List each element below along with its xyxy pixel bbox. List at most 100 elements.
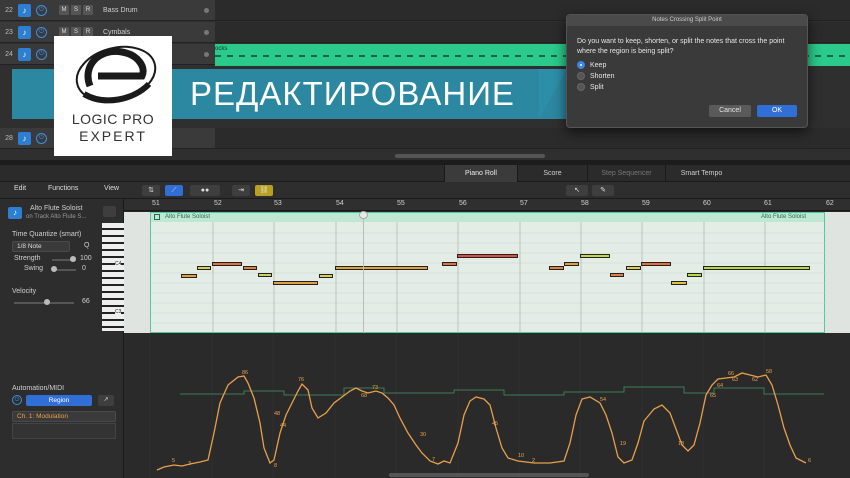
automation-mode-select[interactable]: Region xyxy=(26,395,92,406)
tab-step-sequencer[interactable]: Step Sequencer xyxy=(587,165,665,182)
power-icon[interactable]: ⏻ xyxy=(36,4,47,16)
horizontal-scrollbar[interactable] xyxy=(389,473,589,477)
automation-param-select[interactable]: Ch. 1: Modulation xyxy=(12,411,116,422)
velocity-knob[interactable] xyxy=(44,299,50,305)
quantize-select[interactable]: 1/8 Note xyxy=(12,241,70,252)
view-menu[interactable]: View xyxy=(104,185,119,192)
automation-icon[interactable]: ⟋ xyxy=(165,185,183,196)
editor-toolbar: Edit Functions View ⇅ ⟋ ●● ⇥ ⛓ ↖ ✎ xyxy=(0,182,850,199)
velocity-label: Velocity xyxy=(12,288,37,295)
banner-edge xyxy=(539,69,567,119)
color-icon[interactable]: ●● xyxy=(190,185,220,196)
midi-note[interactable] xyxy=(580,254,610,258)
curve-icon[interactable]: ↗ xyxy=(98,395,114,406)
functions-menu[interactable]: Functions xyxy=(48,185,78,192)
auto-label: 58 xyxy=(766,369,772,375)
catch-icon[interactable]: ⇥ xyxy=(232,185,250,196)
automation-curve[interactable]: 86 76 73 68 66 58 63 62 64 65 54 48 44 4… xyxy=(124,333,850,478)
time-quantize-label: Time Quantize (smart) xyxy=(12,231,82,238)
radio-selected[interactable] xyxy=(577,61,585,69)
key-label-c4: C4 xyxy=(115,261,122,267)
power-icon[interactable]: ⏻ xyxy=(36,26,47,38)
bar-number: 53 xyxy=(274,200,282,207)
automation-lane[interactable]: 86 76 73 68 66 58 63 62 64 65 54 48 44 4… xyxy=(124,333,850,478)
solo-button[interactable]: S xyxy=(71,5,81,15)
note-icon: ♪ xyxy=(18,3,31,17)
midi-note[interactable] xyxy=(258,273,272,277)
midi-note[interactable] xyxy=(641,262,671,266)
note-icon: ♪ xyxy=(18,25,31,39)
tab-score[interactable]: Score xyxy=(517,165,587,182)
midi-note[interactable] xyxy=(626,266,641,270)
midi-note[interactable] xyxy=(319,274,333,278)
pencil-tool-icon[interactable]: ✎ xyxy=(592,185,614,196)
pointer-tool-icon[interactable]: ↖ xyxy=(566,185,588,196)
track-number: 23 xyxy=(5,28,13,36)
swing-knob[interactable] xyxy=(51,266,57,272)
strength-knob[interactable] xyxy=(70,256,76,262)
auto-label: 65 xyxy=(710,393,716,399)
tab-piano-roll[interactable]: Piano Roll xyxy=(444,165,517,182)
tab-smart-tempo[interactable]: Smart Tempo xyxy=(665,165,737,182)
option-shorten[interactable]: Shorten xyxy=(577,72,615,80)
midi-in-icon[interactable]: ⇅ xyxy=(142,185,160,196)
piano-keyboard[interactable]: C4 C3 xyxy=(102,223,124,331)
link-icon[interactable]: ⛓ xyxy=(255,185,273,196)
radio[interactable] xyxy=(577,83,585,91)
track-header[interactable]: 22 ♪ ⏻ M S R Bass Drum xyxy=(0,0,215,21)
banner: РЕДАКТИРОВАНИЕ LOGIC PRO EXPERT xyxy=(12,36,572,156)
option-split[interactable]: Split xyxy=(577,83,604,91)
midi-note[interactable] xyxy=(243,266,257,270)
ok-button[interactable]: OK xyxy=(757,105,797,117)
strength-label: Strength xyxy=(14,255,41,262)
logo-line2: EXPERT xyxy=(79,128,147,144)
region-name: Alto Flute Soloist xyxy=(30,205,83,212)
instrument-icon: ♪ xyxy=(8,207,22,219)
power-icon[interactable]: ⏻ xyxy=(12,395,22,405)
bar-number: 55 xyxy=(397,200,405,207)
track-name: Cymbals xyxy=(103,28,131,36)
bar-number: 60 xyxy=(703,200,711,207)
midi-note[interactable] xyxy=(671,281,687,285)
midi-note[interactable] xyxy=(181,274,197,278)
midi-note[interactable] xyxy=(703,266,810,270)
option-label: Split xyxy=(590,83,604,91)
quantize-button[interactable]: Q xyxy=(84,242,89,249)
midi-note[interactable] xyxy=(335,266,428,270)
velocity-value: 66 xyxy=(82,298,90,305)
inspector-toggle-icon[interactable] xyxy=(103,206,116,217)
midi-note[interactable] xyxy=(442,262,457,266)
playhead-handle[interactable] xyxy=(359,211,368,219)
cancel-button[interactable]: Cancel xyxy=(709,105,751,117)
midi-note[interactable] xyxy=(564,262,579,266)
bar-ruler[interactable]: 51 52 53 54 55 56 57 58 59 60 61 62 xyxy=(124,199,850,211)
bar-number: 57 xyxy=(520,200,528,207)
bar-number: 61 xyxy=(764,200,772,207)
automation-param-area xyxy=(12,423,116,439)
record-button[interactable]: R xyxy=(83,5,93,15)
midi-note[interactable] xyxy=(610,273,624,277)
midi-note[interactable] xyxy=(457,254,518,258)
logo: LOGIC PRO EXPERT xyxy=(54,36,172,156)
midi-note[interactable] xyxy=(273,281,318,285)
logic-pro-window: { "tracks": [ {"num": "22", "name": "Bas… xyxy=(0,0,850,478)
dialog-message: Do you want to keep, shorten, or split t… xyxy=(577,38,785,55)
banner-title: РЕДАКТИРОВАНИЕ xyxy=(190,75,515,112)
midi-note[interactable] xyxy=(197,266,211,270)
midi-note[interactable] xyxy=(687,273,702,277)
midi-note[interactable] xyxy=(549,266,564,270)
option-keep[interactable]: Keep xyxy=(577,61,606,69)
midi-region[interactable]: Alto Flute Soloist Alto Flute Soloist xyxy=(150,212,826,334)
mute-button[interactable]: M xyxy=(59,5,69,15)
midi-note[interactable] xyxy=(212,262,242,266)
dialog-title: Notes Crossing Split Point xyxy=(567,15,807,26)
horizontal-scrollbar[interactable] xyxy=(395,154,545,158)
bar-number: 62 xyxy=(826,200,834,207)
strength-value: 100 xyxy=(80,255,92,262)
auto-label: 45 xyxy=(492,421,498,427)
radio[interactable] xyxy=(577,72,585,80)
piano-roll-background xyxy=(124,212,150,333)
edit-menu[interactable]: Edit xyxy=(14,185,26,192)
auto-label: 73 xyxy=(372,385,378,391)
auto-label: 5 xyxy=(172,458,175,464)
